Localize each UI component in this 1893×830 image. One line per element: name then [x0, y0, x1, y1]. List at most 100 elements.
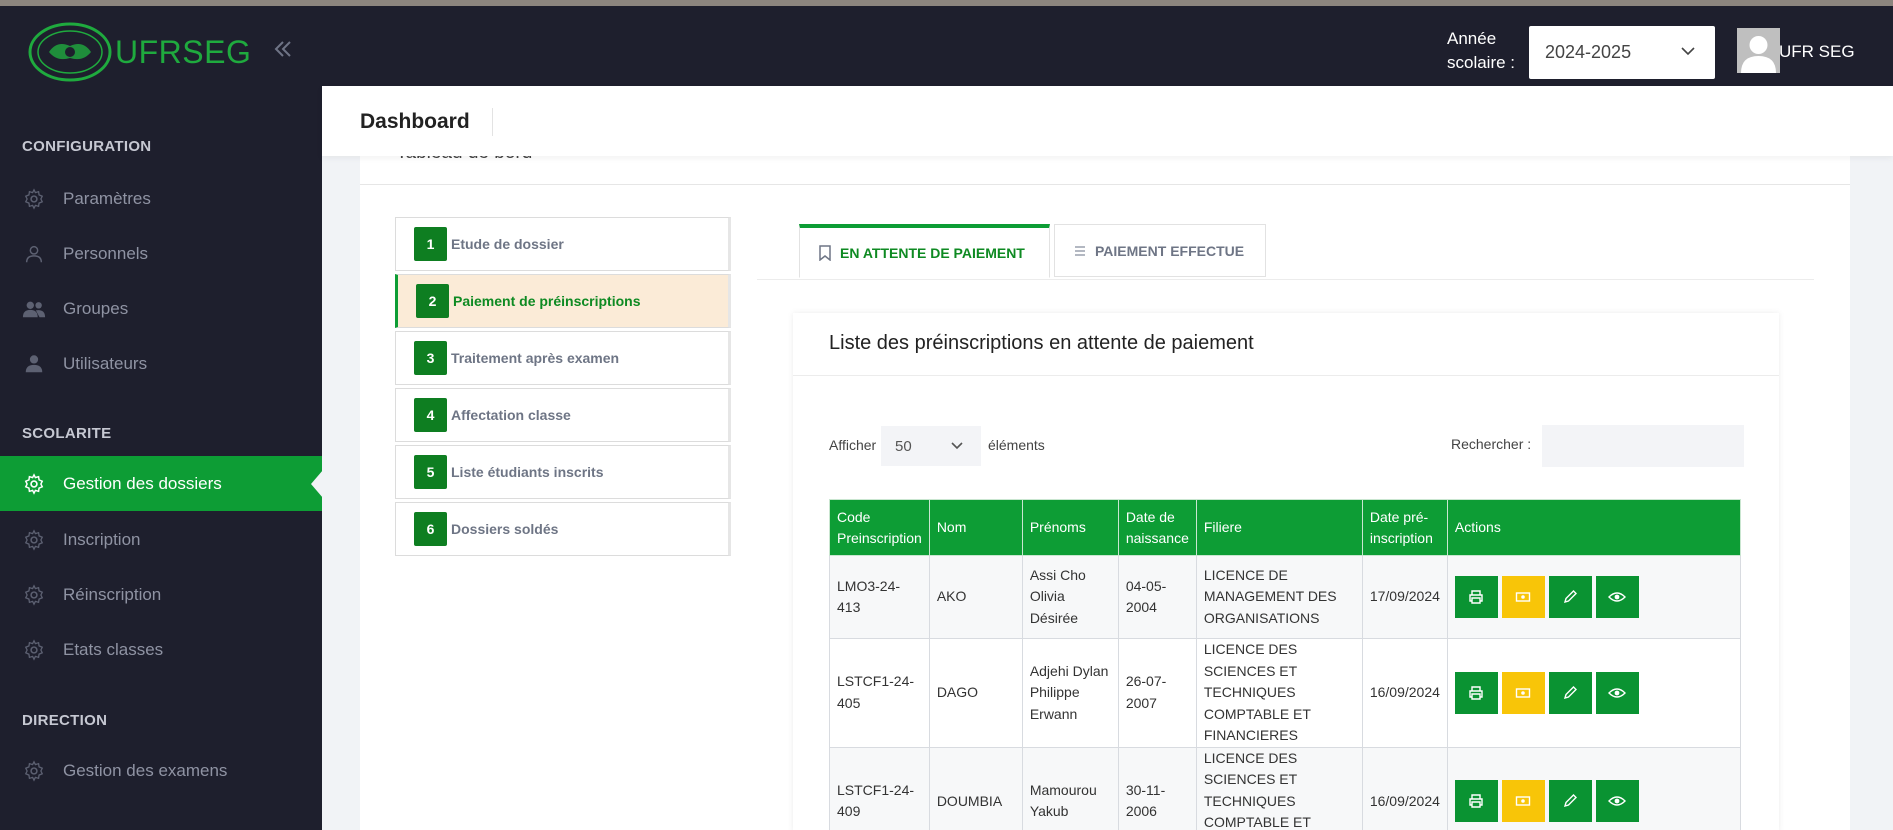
divider: [793, 375, 1779, 376]
cash-icon: [1516, 796, 1531, 806]
tab-paiement-effectue[interactable]: PAIEMENT EFFECTUE: [1054, 224, 1266, 277]
gear-icon: [22, 528, 46, 552]
print-button[interactable]: [1454, 780, 1498, 823]
column-header[interactable]: Date pré-inscription: [1361, 499, 1448, 556]
cash-icon: [1516, 688, 1531, 698]
cell-date-pre: 16/09/2024: [1361, 746, 1448, 830]
tab-label: EN ATTENTE DE PAIEMENT: [840, 244, 1025, 261]
chevron-down-icon: [951, 442, 963, 450]
sidebar-item-gestion-examens[interactable]: Gestion des examens: [0, 743, 322, 798]
step-4[interactable]: 4 Affectation classe: [395, 388, 731, 442]
cell-nom: DAGO: [928, 638, 1023, 748]
sidebar-item-groupes[interactable]: Groupes: [0, 281, 322, 336]
table-row: LSTCF1-24-409 DOUMBIA Mamourou Yakub 30-…: [829, 746, 1742, 830]
sidebar-item-etats-classes[interactable]: Etats classes: [0, 622, 322, 677]
sidebar-item-utilisateurs[interactable]: Utilisateurs: [0, 336, 322, 391]
eye-icon: [1608, 592, 1627, 602]
sidebar-item-label: Inscription: [63, 529, 141, 549]
sidebar-item-inscription[interactable]: Inscription: [0, 512, 322, 567]
step-2[interactable]: 2 Paiement de préinscriptions: [395, 274, 731, 328]
page-size-select[interactable]: 50: [881, 426, 981, 466]
step-3[interactable]: 3 Traitement après examen: [395, 331, 731, 385]
sidebar-item-gestion-dossiers[interactable]: Gestion des dossiers: [0, 456, 323, 511]
tab-bar: EN ATTENTE DE PAIEMENT PAIEMENT EFFECTUE: [757, 218, 1814, 280]
edit-button[interactable]: [1548, 780, 1592, 823]
step-label: Liste étudiants inscrits: [451, 464, 604, 480]
page-size-suffix: éléments: [988, 437, 1045, 453]
bookmark-icon: [818, 244, 832, 261]
cell-filiere: LICENCE DE MANAGEMENT DES ORGANISATIONS: [1195, 555, 1363, 639]
step-number: 2: [416, 284, 449, 318]
eye-icon: [1608, 688, 1627, 698]
list-title: Liste des préinscriptions en attente de …: [829, 332, 1254, 354]
pencil-icon: [1564, 685, 1578, 699]
column-header[interactable]: Nom: [928, 499, 1023, 556]
sidebar-item-label: Gestion des examens: [63, 760, 228, 780]
payment-button[interactable]: [1501, 671, 1545, 714]
step-label: Affectation classe: [451, 407, 571, 423]
table-row: LMO3-24-413 AKO Assi Cho Olivia Désirée …: [829, 555, 1742, 639]
step-number: 4: [414, 398, 447, 432]
view-button[interactable]: [1595, 576, 1639, 618]
step-label: Paiement de préinscriptions: [453, 293, 641, 309]
column-header[interactable]: Code Preinscription: [829, 499, 930, 556]
gear-icon: [22, 759, 46, 783]
divider: [492, 108, 493, 136]
print-icon: [1469, 794, 1484, 808]
cell-filiere: LICENCE DES SCIENCES ET TECHNIQUES COMPT…: [1195, 746, 1363, 830]
table-row: LSTCF1-24-405 DAGO Adjehi Dylan Philippe…: [829, 638, 1742, 748]
cell-date-pre: 17/09/2024: [1361, 555, 1448, 639]
step-number: 6: [414, 512, 447, 546]
edit-button[interactable]: [1548, 576, 1592, 618]
step-6[interactable]: 6 Dossiers soldés: [395, 502, 731, 556]
view-button[interactable]: [1595, 780, 1639, 823]
column-header[interactable]: Filiere: [1195, 499, 1363, 556]
cell-actions: [1446, 555, 1742, 639]
list-card: Liste des préinscriptions en attente de …: [793, 313, 1779, 830]
edit-button[interactable]: [1548, 671, 1592, 714]
chevron-down-icon: [1681, 47, 1695, 56]
top-navbar: UFRSEG Année scolaire : 2024-2025 UFR SE…: [0, 6, 1893, 86]
sidebar-collapse-button[interactable]: [272, 36, 294, 66]
brand-name: UFRSEG: [115, 33, 252, 70]
step-5[interactable]: 5 Liste étudiants inscrits: [395, 445, 731, 499]
print-icon: [1469, 590, 1484, 604]
sidebar-section-configuration: CONFIGURATION: [22, 138, 152, 155]
column-header[interactable]: Date de naissance: [1117, 499, 1197, 556]
username[interactable]: UFR SEG: [1779, 42, 1855, 62]
sidebar-item-personnels[interactable]: Personnels: [0, 226, 322, 281]
cell-filiere: LICENCE DES SCIENCES ET TECHNIQUES COMPT…: [1195, 638, 1363, 748]
print-button[interactable]: [1454, 671, 1498, 714]
school-year-select[interactable]: 2024-2025: [1529, 26, 1715, 79]
sidebar-item-parametres[interactable]: Paramètres: [0, 171, 322, 226]
step-number: 1: [414, 227, 447, 261]
tab-en-attente[interactable]: EN ATTENTE DE PAIEMENT: [799, 224, 1050, 278]
page-title: Dashboard: [360, 110, 470, 133]
search-input[interactable]: [1542, 425, 1744, 467]
list-icon: [1073, 245, 1087, 257]
sidebar-item-reinscription[interactable]: Réinscription: [0, 567, 322, 622]
sidebar-item-label: Paramètres: [63, 188, 151, 208]
page-size-value: 50: [895, 437, 912, 455]
column-header[interactable]: Prénoms: [1021, 499, 1119, 556]
school-year-value: 2024-2025: [1545, 42, 1632, 62]
payment-button[interactable]: [1501, 780, 1545, 823]
user-avatar-icon: [1741, 36, 1776, 73]
avatar[interactable]: [1737, 28, 1780, 73]
brand-logo[interactable]: UFRSEG: [27, 22, 251, 82]
view-button[interactable]: [1595, 671, 1639, 714]
payment-button[interactable]: [1501, 576, 1545, 618]
print-button[interactable]: [1454, 576, 1498, 618]
cell-actions: [1446, 746, 1742, 830]
table-header-row: Code Preinscription Nom Prénoms Date de …: [829, 499, 1742, 556]
pencil-icon: [1564, 794, 1578, 808]
divider: [360, 184, 1850, 185]
sidebar: CONFIGURATION Paramètres Personnels Grou…: [0, 86, 323, 830]
step-1[interactable]: 1 Etude de dossier: [395, 217, 731, 271]
school-year-label: Année scolaire :: [1447, 29, 1516, 72]
sidebar-item-label: Gestion des dossiers: [63, 473, 222, 493]
column-header: Actions: [1446, 499, 1742, 556]
cell-code: LSTCF1-24-405: [829, 638, 930, 748]
sidebar-section-scolarite: SCOLARITE: [22, 425, 112, 442]
sidebar-item-label: Personnels: [63, 243, 149, 263]
